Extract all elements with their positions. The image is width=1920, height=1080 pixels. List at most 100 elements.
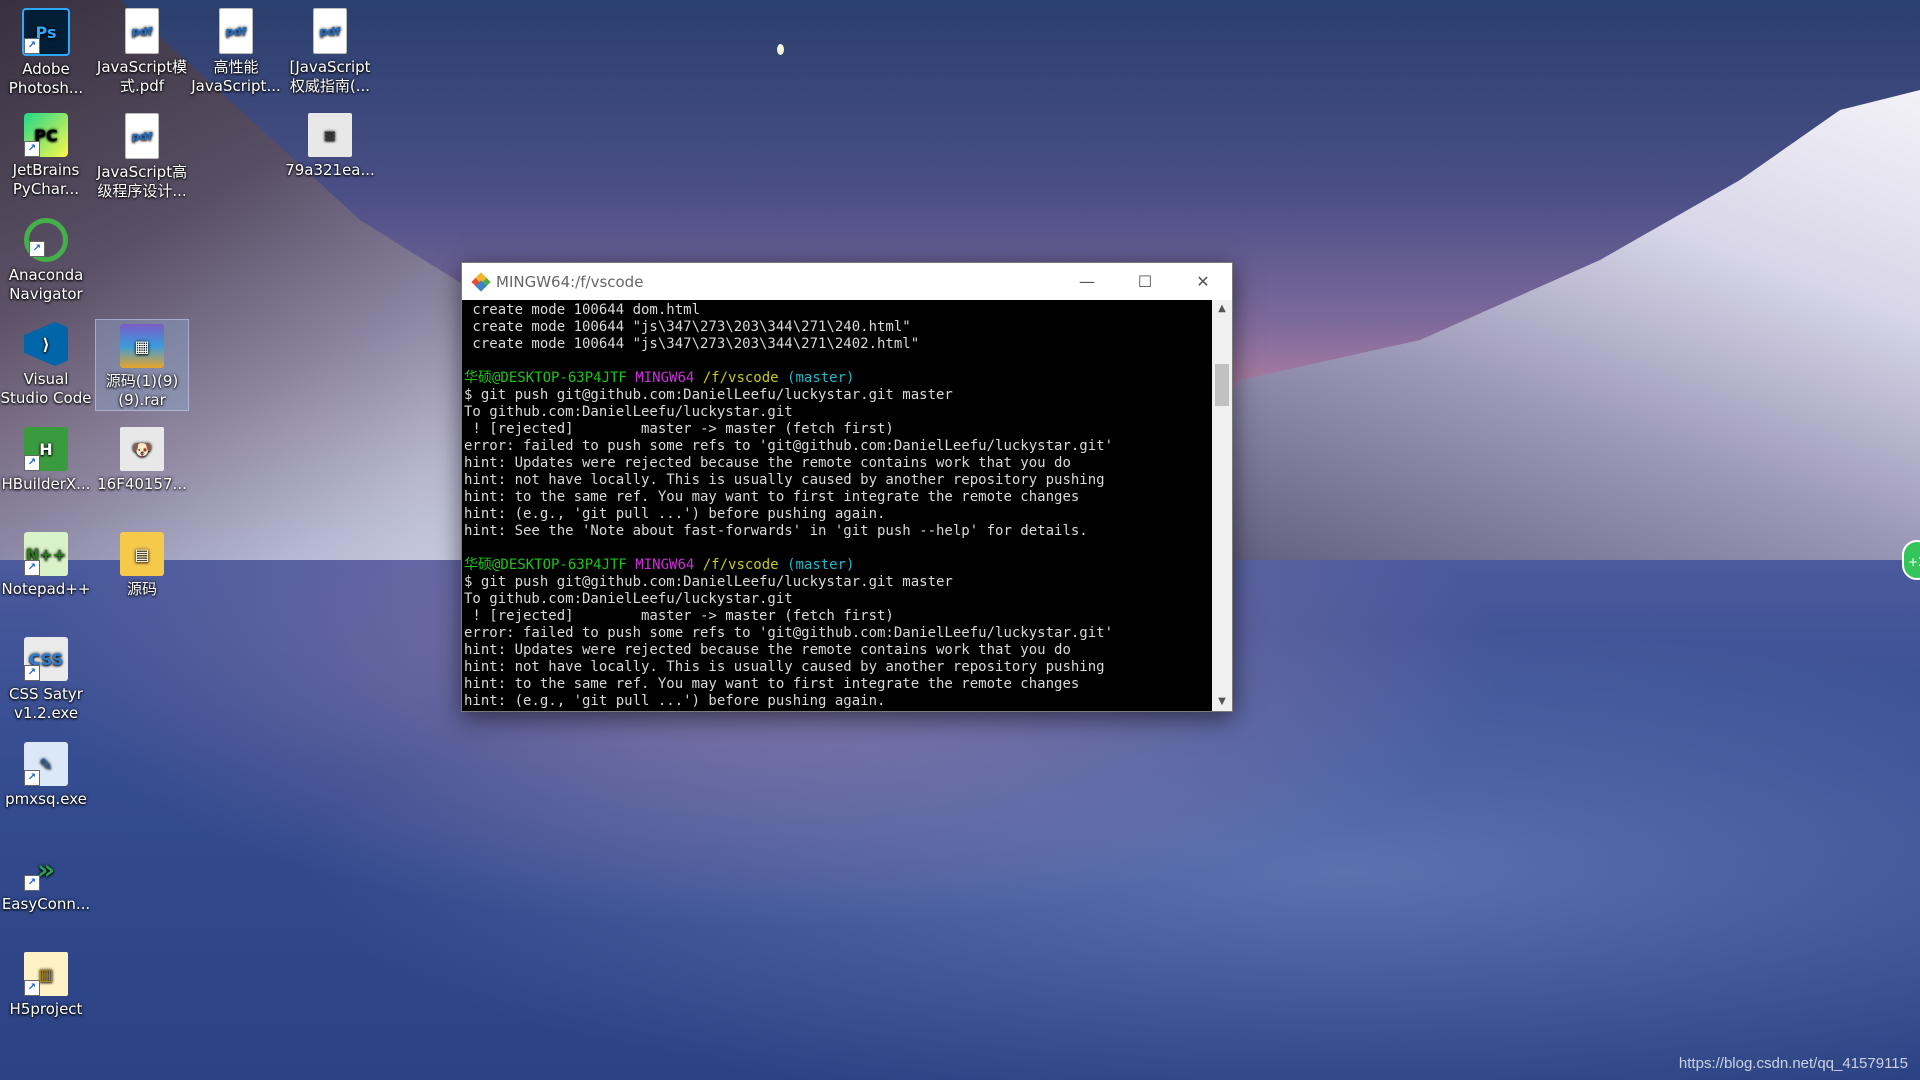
desktop-icon-hbuilderx[interactable]: H ↗ HBuilderX... [0, 423, 92, 494]
shortcut-arrow-icon: ↗ [24, 38, 40, 54]
desktop-icon-label: H5project [9, 1000, 83, 1018]
desktop-icon-source-rar[interactable]: ▦ 源码(1)(9)(9).rar [95, 319, 189, 411]
terminal-scrollbar[interactable]: ▲ ▼ [1212, 300, 1232, 711]
terminal-line: error: failed to push some refs to 'git@… [464, 438, 1212, 455]
minimize-button[interactable]: — [1058, 263, 1116, 300]
desktop-icon-js-advanced-pdf[interactable]: pdf JavaScript高级程序设计... [96, 109, 188, 201]
desktop-icon-easyconnect[interactable]: » ↗ EasyConn... [0, 843, 92, 914]
terminal-text-segment: hint: See the 'Note about fast-forwards'… [464, 523, 1088, 539]
watermark-text: https://blog.csdn.net/qq_41579115 [1678, 1055, 1908, 1072]
anaconda-icon: ↗ [24, 218, 68, 262]
desktop-icon-pycharm[interactable]: PC ↗ JetBrains PyChar... [0, 109, 92, 199]
scroll-down-arrow-icon[interactable]: ▼ [1212, 693, 1232, 711]
terminal-line: hint: not have locally. This is usually … [464, 472, 1212, 489]
git-bash-window[interactable]: MINGW64:/f/vscode — ☐ ✕ create mode 1006… [461, 262, 1233, 712]
terminal-text-segment: To github.com:DanielLeefu/luckystar.git [464, 404, 793, 420]
terminal-text-segment: create mode 100644 "js\347\273\203\344\2… [464, 319, 911, 335]
desktop-icon-label: Visual Studio Code [0, 370, 92, 407]
desktop-icon-label: HBuilderX... [1, 475, 91, 493]
terminal-text-segment: hint: Updates were rejected because the … [464, 642, 1071, 658]
pycharm-icon: PC ↗ [24, 113, 68, 157]
image-thumbnail-icon: 🐶 [120, 427, 164, 471]
window-titlebar[interactable]: MINGW64:/f/vscode — ☐ ✕ [462, 263, 1232, 300]
desktop-icon-photoshop[interactable]: Ps ↗ Adobe Photosh... [0, 4, 92, 98]
maximize-button[interactable]: ☐ [1116, 263, 1174, 300]
scroll-up-arrow-icon[interactable]: ▲ [1212, 300, 1232, 318]
terminal-line: create mode 100644 dom.html [464, 302, 1212, 319]
terminal-line: hint: (e.g., 'git pull ...') before push… [464, 693, 1212, 710]
window-title: MINGW64:/f/vscode [496, 272, 644, 291]
desktop-icon-label: Adobe Photosh... [8, 60, 84, 97]
desktop-icon-source-folder[interactable]: ▤ 源码 [96, 528, 188, 599]
terminal-line: ! [rejected] master -> master (fetch fir… [464, 421, 1212, 438]
desktop-icon-label: JetBrains PyChar... [12, 161, 80, 198]
terminal-line: $ git push git@github.com:DanielLeefu/lu… [464, 574, 1212, 591]
desktop-icon-label: 16F40157... [97, 475, 187, 493]
terminal-text-segment: ! [rejected] master -> master (fetch fir… [464, 608, 894, 624]
desktop-icon-js-definitive-guide-pdf[interactable]: pdf [JavaScript 权威指南(... [284, 4, 376, 96]
hbuilderx-icon: H ↗ [24, 427, 68, 471]
terminal-output[interactable]: create mode 100644 dom.html create mode … [462, 300, 1212, 711]
desktop-icon-anaconda[interactable]: ↗ Anaconda Navigator [0, 214, 92, 304]
desktop-icon-css-satyr[interactable]: CSS ↗ CSS Satyr v1.2.exe [0, 633, 92, 723]
shortcut-arrow-icon: ↗ [24, 980, 40, 996]
terminal-text-segment: hint: (e.g., 'git pull ...') before push… [464, 506, 886, 522]
terminal-line: To github.com:DanielLeefu/luckystar.git [464, 591, 1212, 608]
terminal-line: hint: (e.g., 'git pull ...') before push… [464, 506, 1212, 523]
terminal-text-segment: 华硕@DESKTOP-63P4JTF [464, 557, 636, 573]
desktop-icon-label: 源码(1)(9)(9).rar [105, 372, 179, 409]
easyconnect-icon: » ↗ [24, 847, 68, 891]
terminal-text-segment: hint: Updates were rejected because the … [464, 455, 1071, 471]
terminal-text-segment: ! [rejected] master -> master (fetch fir… [464, 421, 894, 437]
terminal-text-segment: (master) [787, 370, 855, 386]
desktop-icon-label: 高性能 JavaScript... [191, 58, 281, 95]
terminal-line: hint: Updates were rejected because the … [464, 642, 1212, 659]
scrollbar-thumb[interactable] [1215, 364, 1229, 406]
desktop-icon-text-file[interactable]: ≡ 79a321ea... [284, 109, 376, 180]
desktop-icon-label: EasyConn... [1, 895, 91, 913]
desktop-icon-vscode[interactable]: ⟩ Visual Studio Code [0, 318, 92, 408]
desktop-icon-label: Anaconda Navigator [8, 266, 84, 303]
pdf-file-icon: pdf [125, 113, 159, 159]
terminal-text-segment: create mode 100644 "js\347\273\203\344\2… [464, 336, 920, 352]
desktop-icon-notepadpp[interactable]: N++ ↗ Notepad++ [0, 528, 92, 599]
floating-badge[interactable]: +2 [1902, 540, 1920, 580]
shortcut-arrow-icon: ↗ [24, 560, 40, 576]
desktop-icon-js-patterns-pdf[interactable]: pdf JavaScript模式.pdf [96, 4, 188, 96]
terminal-text-segment: To github.com:DanielLeefu/luckystar.git [464, 591, 793, 607]
terminal-line: create mode 100644 "js\347\273\203\344\2… [464, 319, 1212, 336]
shortcut-arrow-icon: ↗ [24, 665, 40, 681]
desktop-icon-label: 源码 [126, 580, 157, 598]
notepadpp-icon: N++ ↗ [24, 532, 68, 576]
desktop-icon-label: [JavaScript 权威指南(... [289, 58, 371, 95]
desktop-icon-high-perf-js-pdf[interactable]: pdf 高性能 JavaScript... [190, 4, 282, 96]
terminal-line: hint: Updates were rejected because the … [464, 455, 1212, 472]
pdf-file-icon: pdf [125, 8, 159, 54]
terminal-text-segment: error: failed to push some refs to 'git@… [464, 625, 1114, 641]
terminal-text-segment: /f/vscode [702, 370, 788, 386]
terminal-text-segment: $ git push git@github.com:DanielLeefu/lu… [464, 387, 953, 403]
shortcut-arrow-icon: ↗ [24, 875, 40, 891]
desktop-icon-label: JavaScript模式.pdf [96, 58, 188, 95]
terminal-text-segment: hint: to the same ref. You may want to f… [464, 489, 1080, 505]
terminal-line: create mode 100644 "js\347\273\203\344\2… [464, 336, 1212, 353]
wallpaper-mountain-right [1120, 90, 1920, 560]
terminal-line: ! [rejected] master -> master (fetch fir… [464, 608, 1212, 625]
desktop-icon-label: pmxsq.exe [5, 790, 87, 808]
desktop-icon-h5project[interactable]: ▥ ↗ H5project [0, 948, 92, 1019]
terminal-line: hint: See the 'Note about fast-forwards'… [464, 523, 1212, 540]
terminal-text-segment: hint: not have locally. This is usually … [464, 659, 1105, 675]
terminal-text-segment: MINGW64 [635, 370, 703, 386]
terminal-text-segment: 华硕@DESKTOP-63P4JTF [464, 370, 636, 386]
photoshop-icon: Ps ↗ [22, 8, 70, 56]
close-button[interactable]: ✕ [1174, 263, 1232, 300]
desktop-icon-image-file[interactable]: 🐶 16F40157... [96, 423, 188, 494]
terminal-line: $ git push git@github.com:DanielLeefu/lu… [464, 387, 1212, 404]
terminal-line: hint: to the same ref. You may want to f… [464, 676, 1212, 693]
git-bash-icon [471, 271, 491, 292]
terminal-line: hint: to the same ref. You may want to f… [464, 489, 1212, 506]
winrar-archive-icon: ▦ [120, 324, 164, 368]
desktop-icon-pmxsq[interactable]: ✎ ↗ pmxsq.exe [0, 738, 92, 809]
